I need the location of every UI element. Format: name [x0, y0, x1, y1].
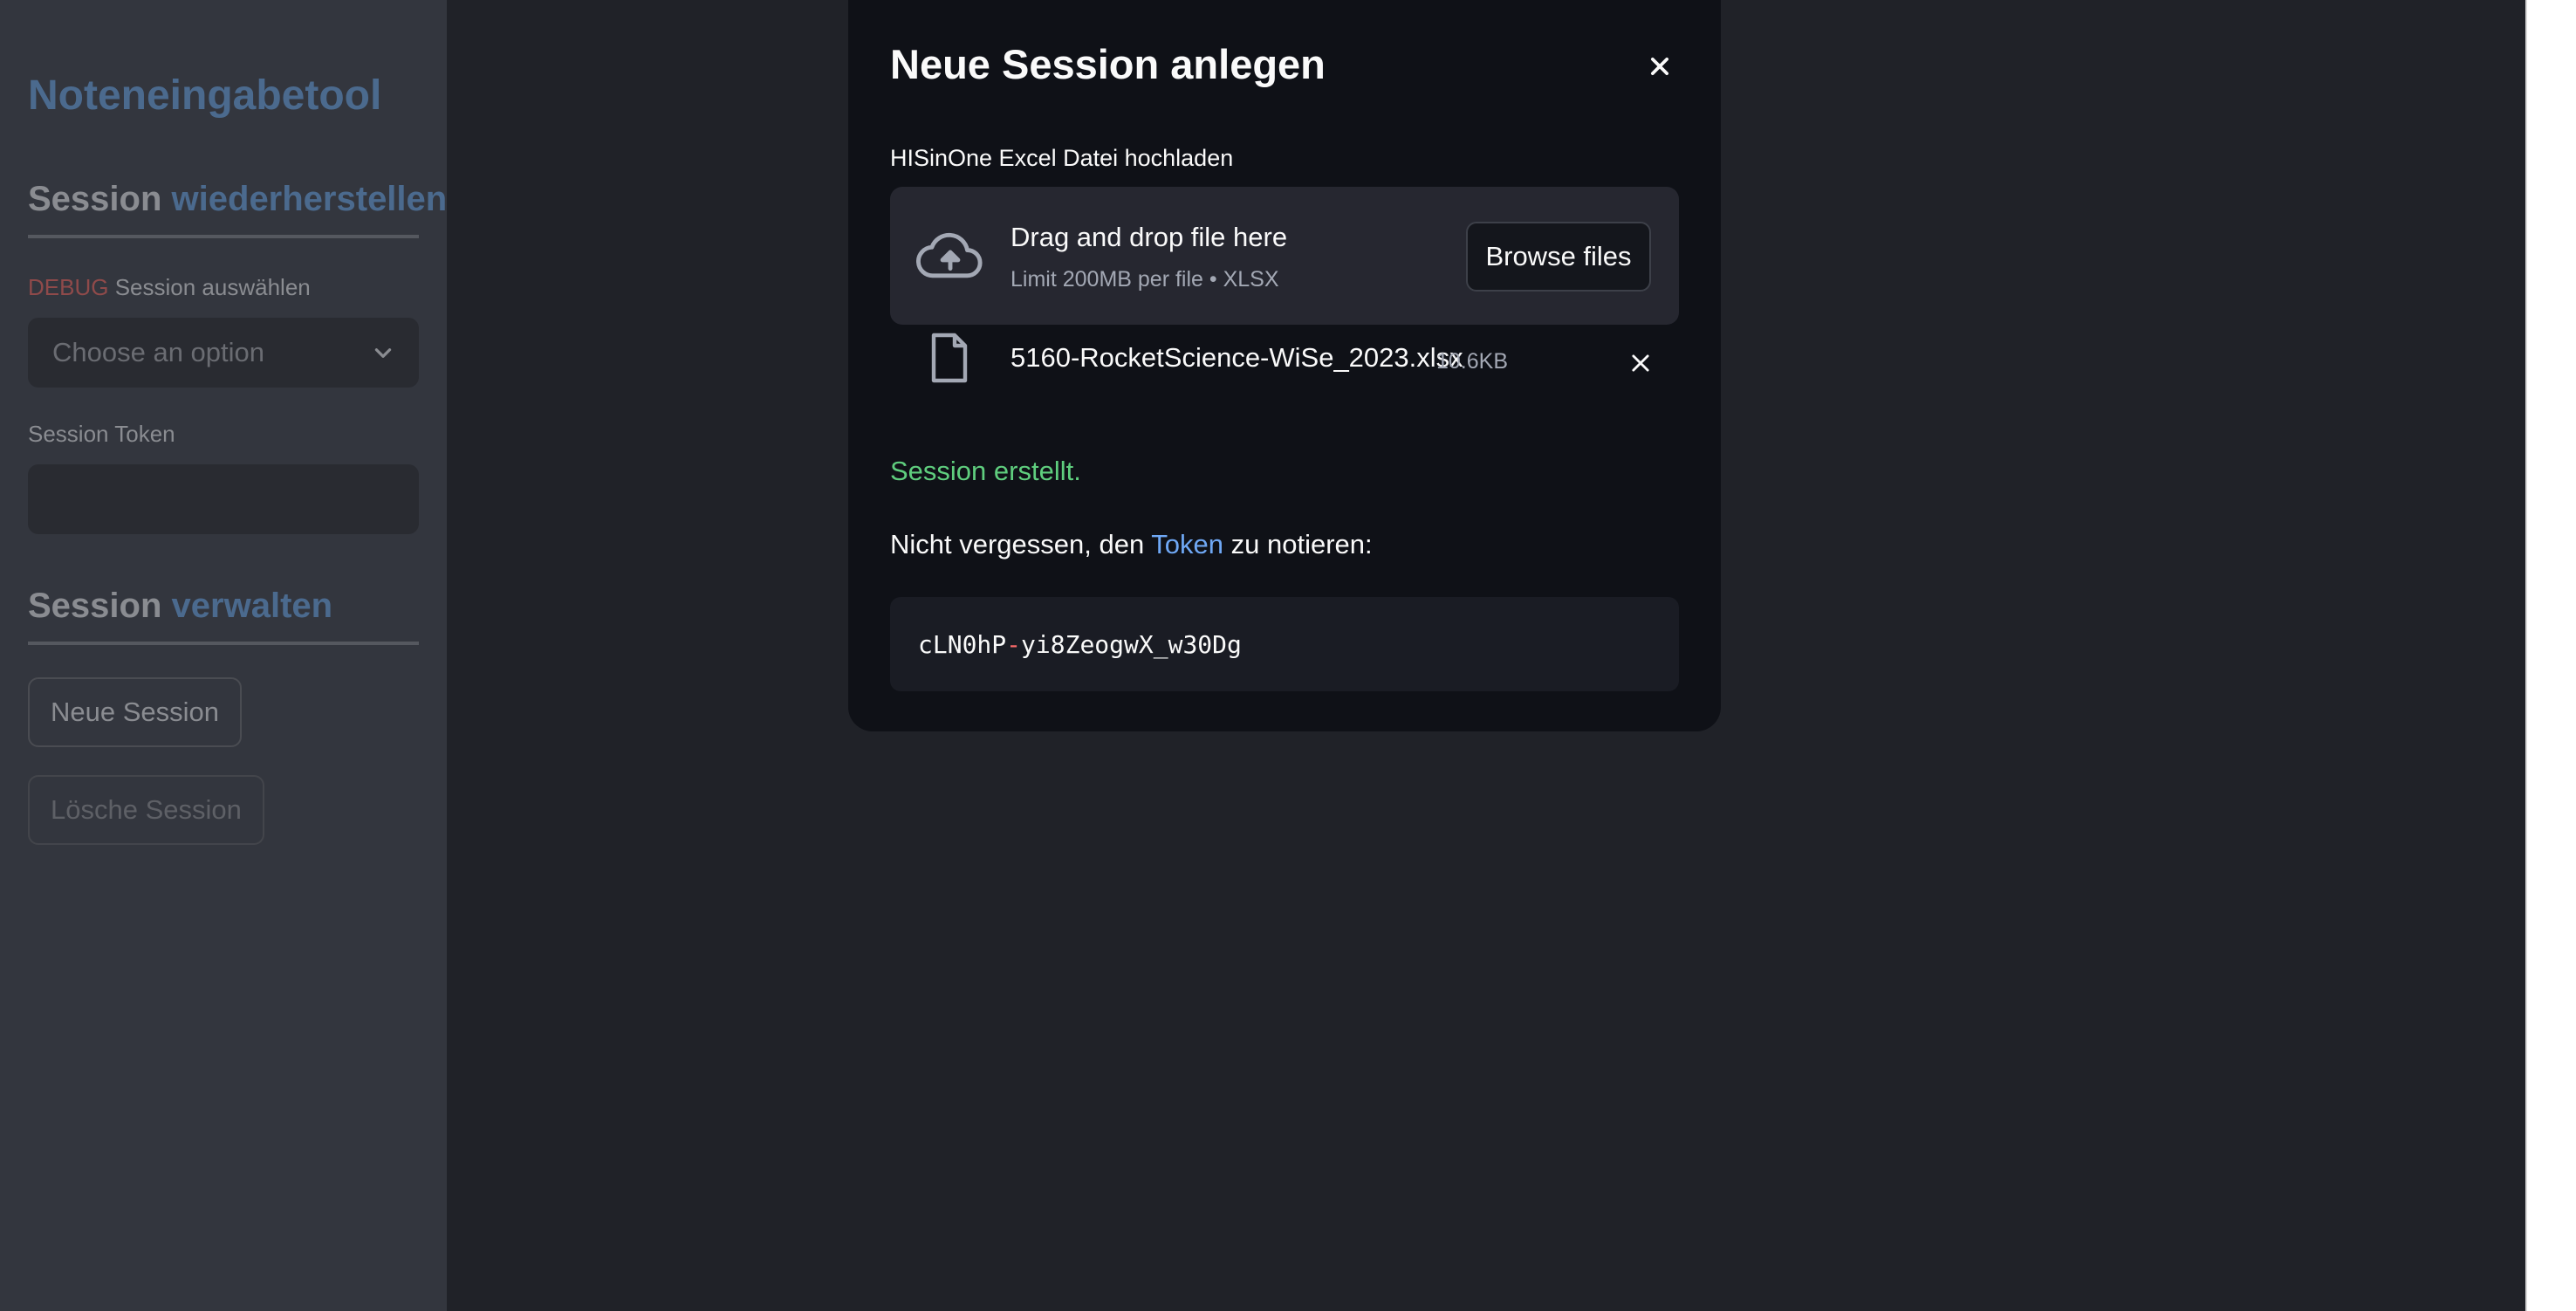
dialog-title: Neue Session anlegen	[890, 41, 1326, 87]
chevron-down-icon	[374, 348, 392, 358]
session-token-label: Session Token	[28, 421, 175, 447]
token-note-after: zu notieren:	[1223, 529, 1373, 559]
cloud-upload-icon	[916, 232, 983, 278]
dropzone-subtitle: Limit 200MB per file • XLSX	[1011, 267, 1279, 292]
new-session-button[interactable]: Neue Session	[28, 677, 243, 747]
token-part1: cLN0hP	[918, 629, 1007, 659]
window-edge	[2525, 0, 2576, 1311]
close-icon[interactable]	[1644, 51, 1675, 82]
token-link[interactable]: Token	[1151, 529, 1223, 559]
session-select-label-text: Session auswählen	[114, 274, 311, 300]
manage-heading-word1: Session	[28, 587, 162, 625]
session-select-placeholder: Choose an option	[52, 337, 265, 367]
dropzone-title: Drag and drop file here	[1011, 222, 1288, 252]
token-separator: -	[1006, 629, 1022, 659]
remove-file-icon[interactable]	[1625, 347, 1656, 379]
restore-session-heading: Session wiederherstellen	[28, 180, 447, 238]
browse-files-button[interactable]: Browse files	[1466, 222, 1651, 292]
token-part2: yi8ZeogwX_w30Dg	[1021, 629, 1242, 659]
uploaded-file-size: 10.6KB	[1436, 349, 1509, 374]
uploaded-file-row: 5160-RocketScience-WiSe_2023.xlsx 10.6KB	[890, 326, 1679, 396]
file-icon	[931, 333, 968, 383]
token-code-block: cLN0hP - yi8ZeogwX_w30Dg	[890, 597, 1679, 691]
sidebar: Noteneingabetool Session wiederherstelle…	[0, 0, 447, 1311]
uploader-label: HISinOne Excel Datei hochladen	[890, 145, 1234, 171]
token-note-before: Nicht vergessen, den	[890, 529, 1152, 559]
token-note: Nicht vergessen, den Token zu notieren:	[890, 529, 1373, 560]
session-select[interactable]: Choose an option	[28, 318, 419, 388]
debug-tag: DEBUG	[28, 274, 109, 300]
uploaded-file-name: 5160-RocketScience-WiSe_2023.xlsx	[1011, 342, 1463, 373]
session-token-input[interactable]	[28, 464, 419, 534]
restore-heading-word1: Session	[28, 180, 162, 218]
app-title: Noteneingabetool	[28, 72, 382, 119]
new-session-dialog: Neue Session anlegen HISinOne Excel Date…	[848, 0, 1721, 731]
success-message: Session erstellt.	[890, 456, 1081, 486]
delete-session-button[interactable]: Lösche Session	[28, 775, 264, 845]
manage-heading-word2: verwalten	[171, 587, 333, 625]
manage-session-heading: Session verwalten	[28, 587, 419, 645]
file-dropzone[interactable]: Drag and drop file here Limit 200MB per …	[890, 187, 1679, 325]
restore-heading-word2: wiederherstellen	[171, 180, 448, 218]
session-select-label: DEBUG Session auswählen	[28, 274, 311, 301]
